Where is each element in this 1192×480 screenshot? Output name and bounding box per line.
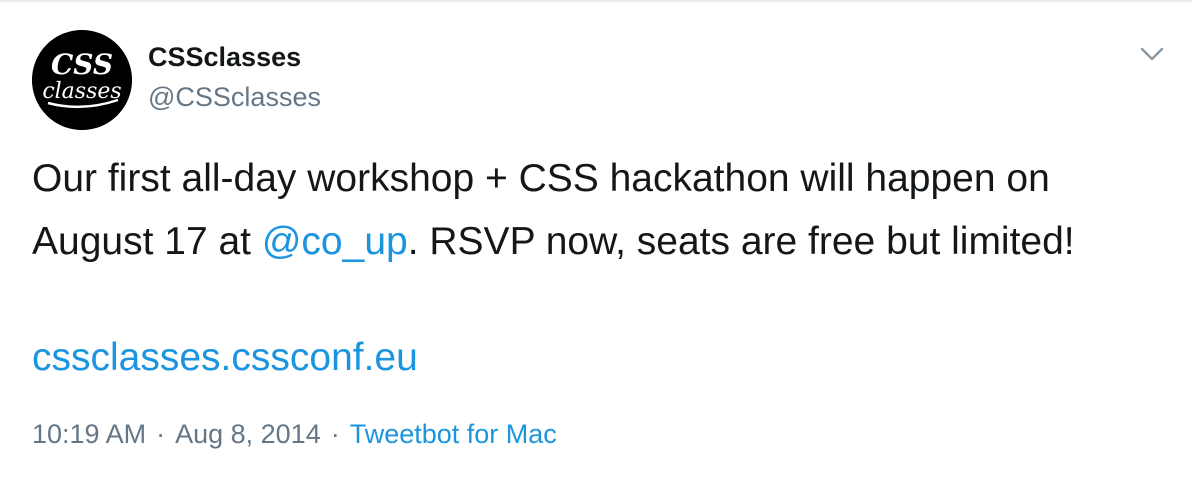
tweet-text-part2: . RSVP now, seats are free but limited! [407,220,1075,263]
meta-separator: · [156,419,166,449]
tweet-card: CSS classes CSSclasses @CSSclasses Our f… [0,0,1192,480]
meta-separator: · [330,419,340,449]
user-handle[interactable]: @CSSclasses [148,80,321,114]
tweet-menu-button[interactable] [1138,40,1166,68]
tweet-url-line: cssclasses.cssconf.eu [32,326,418,389]
tweet-date[interactable]: Aug 8, 2014 [175,419,321,449]
tweet-source-link[interactable]: Tweetbot for Mac [350,419,557,449]
tweet-text: Our first all-day workshop + CSS hackath… [32,147,1172,273]
svg-text:CSS: CSS [51,48,113,81]
mention-link[interactable]: @co_up [262,220,408,263]
user-info: CSSclasses @CSSclasses [148,40,321,114]
avatar[interactable]: CSS classes [32,30,132,130]
display-name[interactable]: CSSclasses [148,40,321,74]
chevron-down-icon [1140,47,1164,61]
cssclasses-logo-icon: CSS classes [32,30,132,130]
svg-text:classes: classes [42,79,121,104]
tweet-link[interactable]: cssclasses.cssconf.eu [32,336,418,379]
tweet-time[interactable]: 10:19 AM [32,419,146,449]
tweet-meta: 10:19 AM · Aug 8, 2014 · Tweetbot for Mac [32,416,557,452]
